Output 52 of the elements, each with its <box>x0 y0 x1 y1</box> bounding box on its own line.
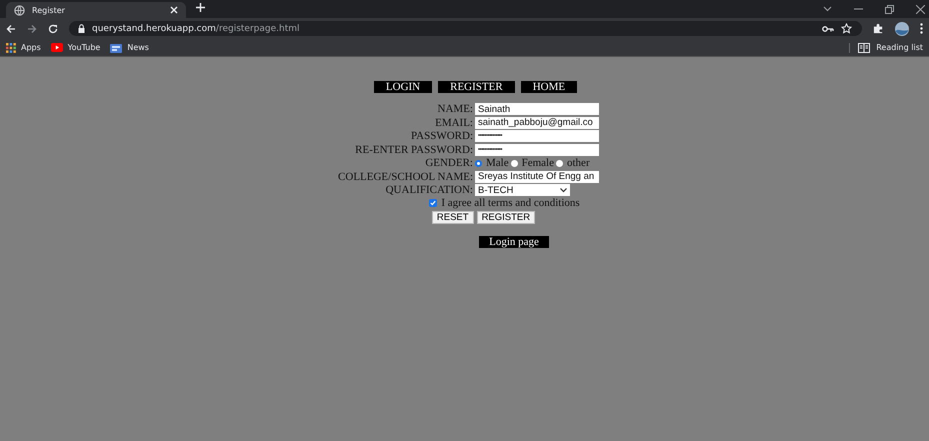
field-label: COLLEGE/SCHOOL NAME: <box>337 170 473 182</box>
terms-label: I agree all terms and conditions <box>441 197 580 209</box>
form-button[interactable]: RESET <box>432 211 474 224</box>
restore-icon[interactable] <box>885 4 894 14</box>
field-label: PASSWORD: <box>410 130 473 142</box>
radio-label: other <box>567 157 590 169</box>
lock-icon[interactable] <box>78 24 85 33</box>
minimize-icon[interactable] <box>854 8 863 10</box>
browser-tab[interactable]: Register <box>6 2 186 18</box>
nav-link[interactable]: LOGIN <box>374 81 432 93</box>
profile-avatar-icon[interactable] <box>895 22 909 36</box>
radio-button[interactable] <box>510 160 518 166</box>
forward-icon[interactable] <box>27 24 37 34</box>
form-button[interactable]: REGISTER <box>476 211 536 224</box>
radio-label: Female <box>522 157 554 169</box>
reading-list-icon[interactable] <box>858 42 870 52</box>
nav-link[interactable]: REGISTER <box>438 81 515 93</box>
menu-icon[interactable] <box>920 23 923 34</box>
field-label: GENDER: <box>424 157 473 169</box>
field-label: RE-ENTER PASSWORD: <box>354 144 473 156</box>
reading-list-button[interactable]: Reading list <box>849 42 923 52</box>
reload-icon[interactable] <box>48 24 58 34</box>
globe-icon <box>14 4 25 16</box>
field-label: QUALIFICATION: <box>384 184 473 196</box>
window-close-icon[interactable] <box>916 4 925 14</box>
terms-checkbox[interactable] <box>429 199 438 207</box>
tab-search-icon[interactable] <box>823 6 832 12</box>
close-icon[interactable] <box>170 6 178 14</box>
bookmark-item[interactable]: Apps <box>6 42 41 52</box>
field-label: EMAIL: <box>434 116 473 128</box>
qualification-dropdown[interactable]: B-TECH <box>475 184 570 196</box>
radio-label: Male <box>486 157 509 169</box>
chevron-down-icon <box>560 188 567 192</box>
bookmark-star-icon[interactable] <box>841 23 852 34</box>
nav-link[interactable]: HOME <box>520 81 578 93</box>
back-icon[interactable] <box>6 24 16 34</box>
radio-button[interactable] <box>556 160 563 166</box>
bookmark-item[interactable]: News <box>110 42 149 52</box>
login-page-link[interactable]: Login page <box>479 236 549 248</box>
newspaper-icon <box>110 42 122 52</box>
bookmark-item[interactable]: YouTube <box>50 43 100 52</box>
text-field[interactable]: Sainath <box>475 103 599 115</box>
new-tab-icon[interactable] <box>196 3 205 12</box>
field-label: NAME: <box>436 103 473 115</box>
key-icon[interactable] <box>822 24 834 32</box>
radio-button[interactable] <box>475 160 482 166</box>
extensions-icon[interactable] <box>873 23 884 34</box>
apps-grid-icon <box>6 42 16 52</box>
play-logo-icon <box>50 43 63 52</box>
address-bar[interactable]: querystand.herokuapp.com/registerpage.html <box>69 21 862 36</box>
text-field[interactable]: sainath_pabboju@gmail.co <box>475 116 599 128</box>
text-field[interactable]: Sreyas Institute Of Engg an <box>475 170 599 182</box>
